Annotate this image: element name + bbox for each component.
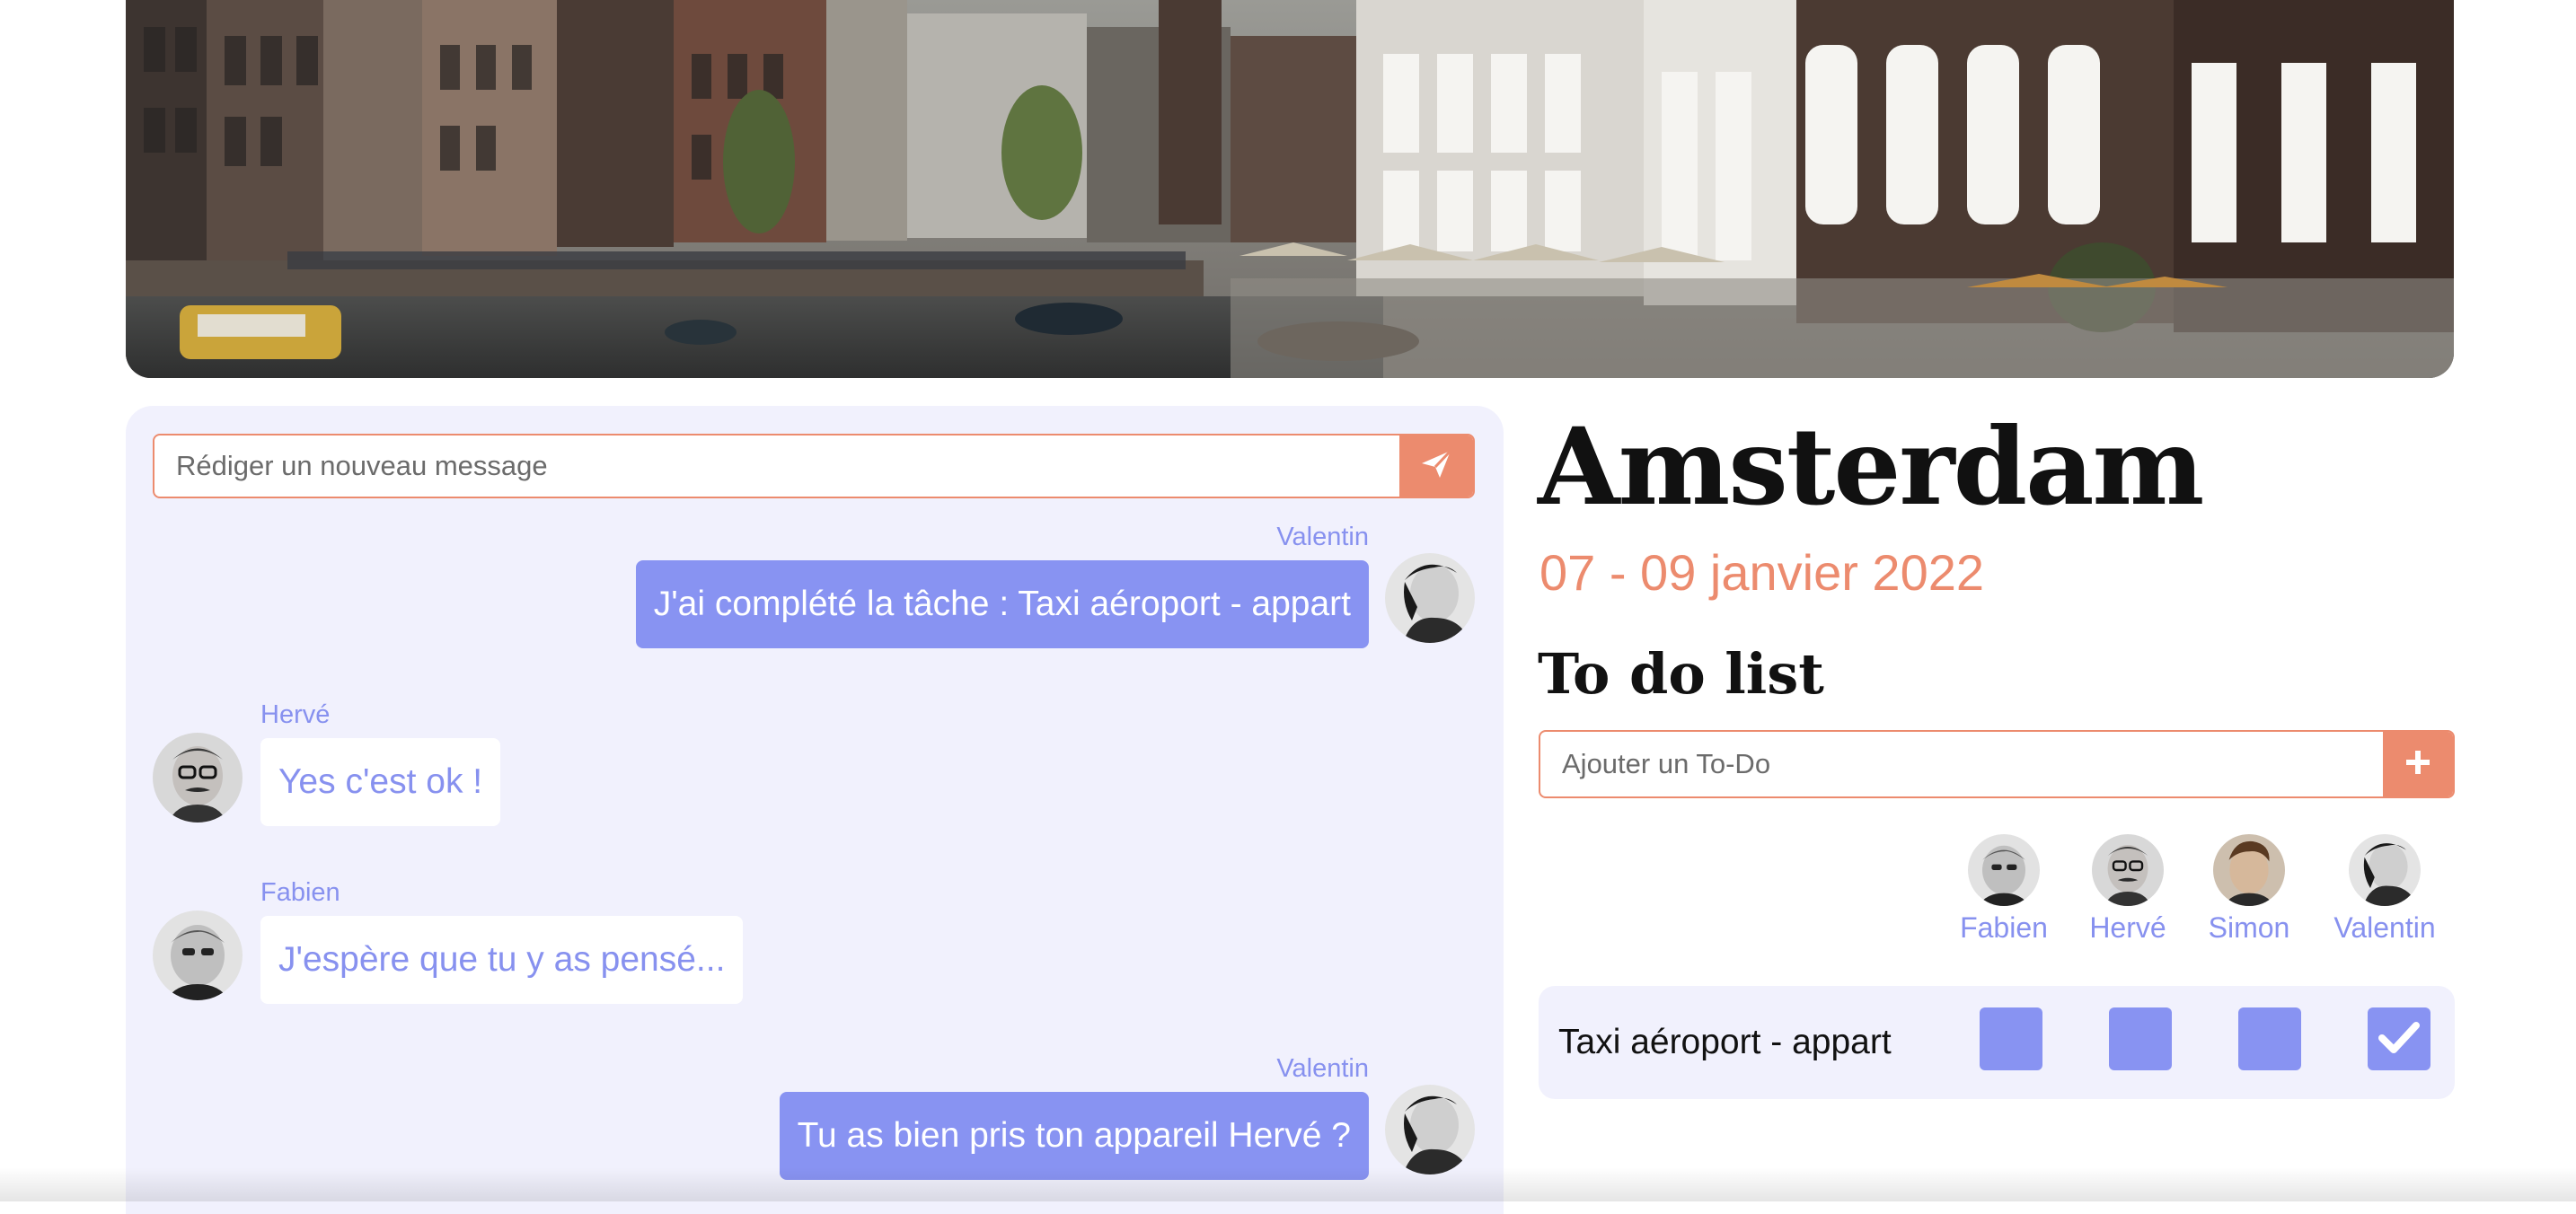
member-simon: Simon <box>2182 834 2316 945</box>
avatar-valentin <box>1385 1085 1475 1174</box>
message-bubble: J'espère que tu y as pensé... <box>260 916 744 1004</box>
message-author: Fabien <box>260 878 340 907</box>
message-bubble: Yes c'est ok ! <box>260 738 501 826</box>
avatar-valentin <box>2349 834 2421 906</box>
chat-panel: Valentin J'ai complété la tâche : Taxi a… <box>126 406 1504 1214</box>
member-name: Valentin <box>2333 911 2436 944</box>
message-author: Valentin <box>1276 1054 1369 1083</box>
member-name: Hervé <box>2089 911 2166 944</box>
message-input-group <box>153 434 1475 498</box>
todo-input[interactable] <box>1540 732 2385 796</box>
task-checkbox-herve[interactable] <box>2109 1007 2172 1070</box>
member-valentin: Valentin <box>2317 834 2452 945</box>
message-input[interactable] <box>154 435 1403 497</box>
trip-dates: 07 - 09 janvier 2022 <box>1539 544 1985 601</box>
todo-title: To do list <box>1538 641 1824 707</box>
avatar-simon <box>2213 834 2285 906</box>
hero-image <box>126 0 2454 378</box>
member-fabien: Fabien <box>1936 834 2071 945</box>
message-bubble: Tu as bien pris ton appareil Hervé ? <box>779 1092 1369 1180</box>
message-author: Hervé <box>260 700 331 729</box>
paper-plane-icon <box>1421 449 1452 483</box>
todo-item-label: Taxi aéroport - appart <box>1558 1023 1892 1061</box>
avatar-valentin <box>1385 553 1475 643</box>
checkmark-icon <box>2378 1020 2420 1059</box>
add-todo-button[interactable] <box>2383 732 2453 796</box>
avatar-fabien <box>153 910 243 1000</box>
plus-icon <box>2404 749 2431 780</box>
send-button[interactable] <box>1399 435 1473 497</box>
task-checkbox-simon[interactable] <box>2238 1007 2301 1070</box>
avatar-herve <box>2092 834 2164 906</box>
avatar-fabien <box>1968 834 2040 906</box>
task-checkbox-fabien[interactable] <box>1980 1007 2042 1070</box>
todo-item: Taxi aéroport - appart <box>1539 986 2455 1099</box>
member-name: Fabien <box>1960 911 2048 944</box>
avatar-herve <box>153 733 243 823</box>
trip-title: Amsterdam <box>1538 404 2204 529</box>
message-author: Valentin <box>1276 523 1369 551</box>
message-bubble: J'ai complété la tâche : Taxi aéroport -… <box>635 560 1369 648</box>
member-name: Simon <box>2208 911 2290 944</box>
member-herve: Hervé <box>2060 834 2195 945</box>
todo-input-group <box>1539 730 2455 798</box>
task-checkbox-valentin[interactable] <box>2368 1007 2430 1070</box>
